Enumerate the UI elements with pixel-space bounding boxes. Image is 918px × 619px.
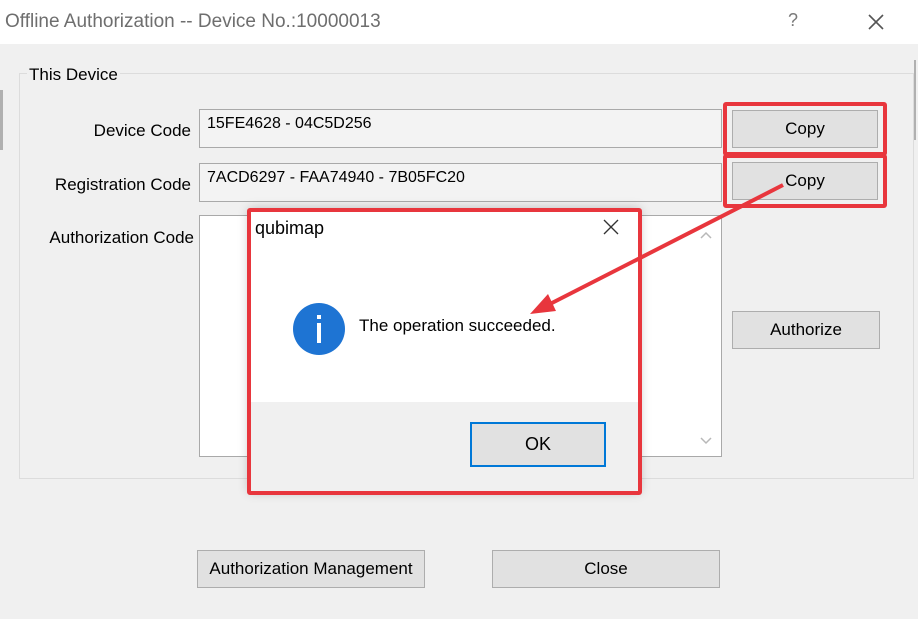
close-button[interactable]: Close xyxy=(492,550,720,588)
authorization-management-button[interactable]: Authorization Management xyxy=(197,550,425,588)
registration-code-label: Registration Code xyxy=(54,175,191,194)
help-button[interactable]: ? xyxy=(788,10,798,31)
scroll-up-arrow[interactable] xyxy=(699,229,713,243)
highlight-copy-registration-code xyxy=(723,154,887,208)
window-title: Offline Authorization -- Device No.:1000… xyxy=(5,11,381,32)
group-label: This Device xyxy=(27,65,120,85)
chevron-down-icon xyxy=(700,437,712,445)
device-code-label: Device Code xyxy=(93,121,191,140)
close-icon xyxy=(868,14,884,30)
left-edge-mark xyxy=(0,90,3,150)
registration-code-field[interactable]: 7ACD6297 - FAA74940 - 7B05FC20 xyxy=(199,163,722,202)
authorization-code-label: Authorization Code xyxy=(49,228,194,247)
chevron-up-icon xyxy=(700,231,712,239)
device-code-field[interactable]: 15FE4628 - 04C5D256 xyxy=(199,109,722,148)
authorize-button[interactable]: Authorize xyxy=(732,311,880,349)
highlight-message-box xyxy=(247,208,642,495)
window-close-button[interactable] xyxy=(862,6,890,36)
scroll-down-arrow[interactable] xyxy=(699,433,713,447)
right-edge-mark xyxy=(914,60,916,140)
highlight-copy-device-code xyxy=(723,102,887,156)
